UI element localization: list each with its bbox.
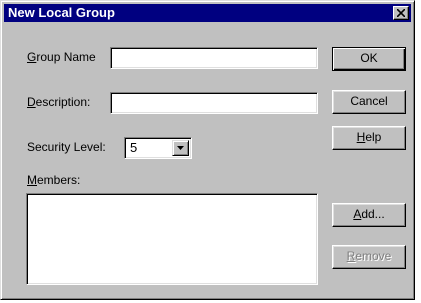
close-icon [397,9,405,17]
description-input[interactable] [113,95,315,111]
group-name-label: Group Name [27,50,96,64]
new-local-group-dialog: New Local Group Group Name Description: … [0,0,415,300]
close-button[interactable] [393,6,409,20]
group-name-field[interactable] [110,47,318,69]
security-level-dropdown[interactable]: 5 [124,137,192,159]
description-label: Description: [27,95,91,109]
title-bar[interactable]: New Local Group [4,4,411,22]
description-field[interactable] [110,92,318,114]
dropdown-button[interactable] [172,140,189,156]
window-title: New Local Group [8,5,115,20]
members-list[interactable] [26,193,318,285]
cancel-button[interactable]: Cancel [332,90,406,114]
security-level-label: Security Level: [27,140,106,154]
ok-button[interactable]: OK [332,47,406,71]
remove-button: Remove [332,245,406,269]
add-button[interactable]: Add... [332,203,406,227]
help-button[interactable]: Help [332,126,406,150]
members-label: Members: [27,173,81,187]
chevron-down-icon [177,146,184,150]
group-name-input[interactable] [113,50,315,66]
security-level-value: 5 [130,140,138,155]
